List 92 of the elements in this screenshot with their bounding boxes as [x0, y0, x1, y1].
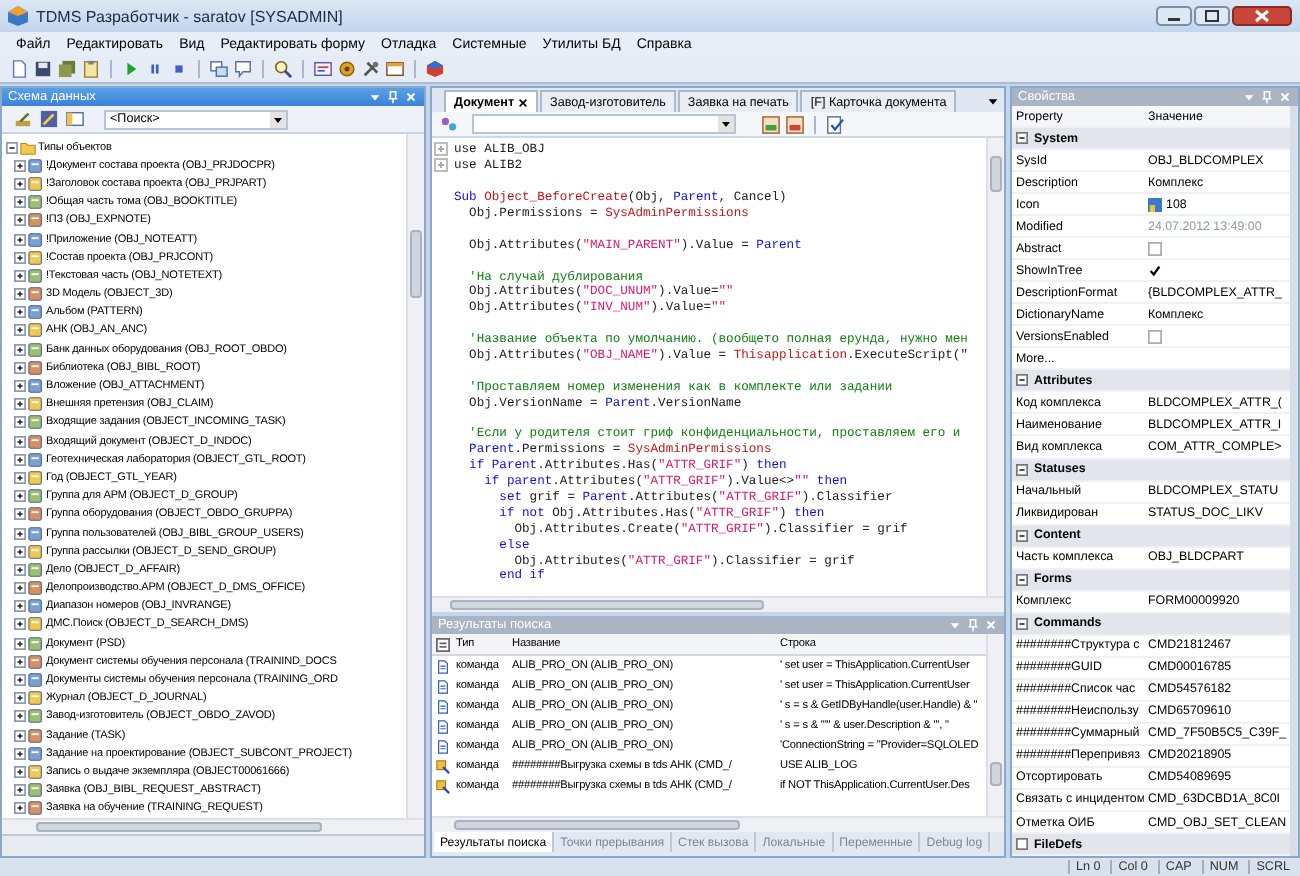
checklist-icon[interactable]	[826, 115, 844, 133]
pencil-icon[interactable]	[14, 110, 32, 128]
horizontal-scrollbar[interactable]	[432, 816, 1004, 832]
document-icon	[435, 659, 449, 673]
document-icon	[435, 739, 449, 753]
app-icon	[8, 6, 28, 26]
dropdown-arrow-icon[interactable]	[270, 111, 286, 127]
tools-icon[interactable]	[362, 60, 380, 78]
expand-icon[interactable]	[14, 784, 26, 797]
maximize-button[interactable]	[1194, 6, 1230, 26]
cube-icon[interactable]	[426, 60, 444, 78]
expand-icon[interactable]	[14, 361, 26, 374]
stop-icon[interactable]	[170, 60, 188, 78]
collapse-icon[interactable]	[1016, 573, 1028, 586]
collapse-icon[interactable]	[1016, 463, 1028, 476]
expand-icon[interactable]	[14, 765, 26, 778]
edit-icon[interactable]	[40, 110, 58, 128]
expand-icon[interactable]	[14, 600, 26, 613]
expand-icon[interactable]	[14, 288, 26, 301]
window-icon[interactable]	[66, 110, 84, 128]
expand-icon[interactable]	[14, 196, 26, 209]
expand-icon[interactable]	[14, 563, 26, 576]
expand-icon[interactable]	[14, 177, 26, 190]
search-icon[interactable]	[274, 60, 292, 78]
expand-icon[interactable]	[14, 324, 26, 337]
expand-icon[interactable]	[14, 545, 26, 558]
close-button[interactable]	[1232, 6, 1292, 26]
expand-icon[interactable]	[14, 637, 26, 650]
minimize-button[interactable]	[1156, 6, 1192, 26]
checkbox[interactable]	[1148, 241, 1162, 256]
pin-icon[interactable]	[386, 90, 400, 104]
expand-icon[interactable]	[14, 655, 26, 668]
vertical-scrollbar[interactable]	[406, 134, 424, 818]
collapse-icon[interactable]	[1016, 132, 1028, 145]
expand-icon[interactable]	[14, 251, 26, 264]
column-icon	[435, 637, 449, 651]
document-icon	[435, 679, 449, 693]
expand-icon[interactable]	[14, 435, 26, 448]
document-icon	[435, 719, 449, 733]
save-icon[interactable]	[34, 60, 52, 78]
expand-icon[interactable]	[14, 343, 26, 356]
save-all-icon[interactable]	[58, 60, 76, 78]
expand-icon[interactable]	[14, 490, 26, 503]
expand-icon[interactable]	[14, 508, 26, 521]
checkbox[interactable]	[1148, 329, 1162, 344]
expand-icon[interactable]	[14, 710, 26, 723]
folder-icon	[20, 139, 36, 156]
comment-icon[interactable]	[234, 60, 252, 78]
dropdown-arrow-icon[interactable]	[718, 116, 734, 132]
expand-icon[interactable]	[14, 453, 26, 466]
form-icon[interactable]	[762, 115, 780, 133]
expand-icon[interactable]	[14, 269, 26, 282]
windows-icon[interactable]	[210, 60, 228, 78]
expand-icon[interactable]	[14, 802, 26, 815]
document-icon	[435, 699, 449, 713]
expand-icon[interactable]	[14, 398, 26, 411]
table-icon[interactable]	[386, 60, 404, 78]
expand-icon[interactable]	[14, 380, 26, 393]
form-icon[interactable]	[786, 115, 804, 133]
vertical-scrollbar[interactable]	[986, 138, 1004, 596]
command-icon	[435, 779, 449, 793]
collapse-icon[interactable]	[1016, 617, 1028, 630]
window-title: TDMS Разработчик - saratov [SYSADMIN]	[36, 7, 343, 25]
checkbox[interactable]	[1148, 263, 1162, 278]
command-icon	[435, 759, 449, 773]
collapse-icon[interactable]	[6, 141, 18, 154]
horizontal-scrollbar[interactable]	[2, 818, 424, 834]
expand-icon[interactable]	[14, 747, 26, 760]
run-icon[interactable]	[122, 60, 140, 78]
expand-icon[interactable]	[14, 674, 26, 687]
expand-icon[interactable]	[14, 233, 26, 246]
expand-icon[interactable]	[14, 214, 26, 227]
expand-icon[interactable]	[14, 471, 26, 484]
form-icon[interactable]	[314, 60, 332, 78]
expand-icon[interactable]	[14, 729, 26, 742]
clipboard-icon[interactable]	[82, 60, 100, 78]
expand-icon[interactable]	[14, 416, 26, 429]
close-icon[interactable]	[518, 97, 529, 107]
expand-icon[interactable]	[14, 306, 26, 319]
expand-icon[interactable]	[14, 159, 26, 172]
expand-icon[interactable]	[14, 618, 26, 631]
expand-icon[interactable]	[14, 692, 26, 705]
collapse-icon[interactable]	[1016, 374, 1028, 387]
expand-icon[interactable]	[14, 527, 26, 540]
vertical-scrollbar[interactable]	[986, 634, 1004, 816]
expand-icon[interactable]	[14, 582, 26, 595]
new-file-icon[interactable]	[10, 60, 28, 78]
horizontal-scrollbar[interactable]	[432, 596, 1004, 612]
dropdown-icon[interactable]	[986, 93, 1000, 107]
collapse-icon[interactable]	[1016, 529, 1028, 542]
pause-icon[interactable]	[146, 60, 164, 78]
icon-preview	[1148, 197, 1162, 212]
